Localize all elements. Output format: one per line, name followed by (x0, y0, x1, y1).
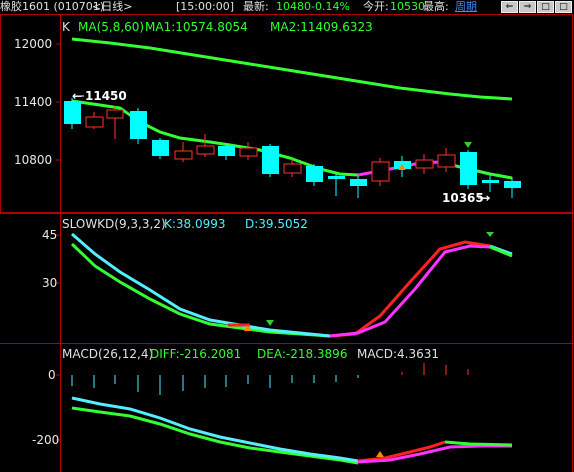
candle (482, 180, 499, 183)
candle (262, 146, 279, 174)
candle (218, 146, 235, 156)
price-tick: 10800 (14, 153, 53, 167)
candle (371, 161, 390, 182)
candle (196, 145, 215, 155)
ma2-value: MA2:11409.6323 (270, 20, 373, 34)
candle (174, 150, 193, 160)
slowkd-name: SLOWKD(9,3,3,2) (62, 217, 166, 231)
next-arrow-icon[interactable]: ⇒ (519, 1, 536, 13)
macd-histogram-up (401, 363, 469, 375)
latest-label: 最新: (243, 0, 269, 13)
candle (283, 163, 302, 174)
macd-histogram (71, 375, 359, 395)
quote-header: 橡胶1601 (010701) <日线> [15:00:00] 最新: 1048… (0, 0, 574, 14)
candle (460, 152, 477, 185)
macd-dea-value: DEA:-218.3896 (257, 347, 348, 361)
candle (306, 166, 323, 182)
sell-signal-icon (464, 142, 472, 148)
quote-time: [15:00:00] (176, 0, 234, 13)
prev-arrow-icon[interactable]: ⇐ (501, 1, 518, 13)
window-box-icon[interactable]: □ (537, 1, 554, 13)
macd-diff-tail (444, 440, 513, 447)
macd-diff-line (71, 396, 359, 463)
candle (85, 116, 104, 128)
slowkd-d-line (70, 242, 331, 338)
macd-value: MACD:4.3631 (357, 347, 440, 361)
candle (504, 181, 521, 188)
slowkd-k-value: K:38.0993 (164, 217, 226, 231)
ma-params: MA(5,8,60) (78, 20, 145, 34)
macd-tick: 0 (48, 368, 56, 382)
candles (64, 98, 521, 198)
candle (152, 140, 169, 156)
chart-canvas[interactable] (0, 14, 574, 472)
candle (415, 159, 434, 169)
ma1-value: MA1:10574.8054 (145, 20, 248, 34)
latest-value: 10480 (276, 0, 311, 13)
macd-name: MACD(26,12,4) (62, 347, 154, 361)
cycle-link[interactable]: 周期 (455, 0, 477, 13)
instrument-name: 橡胶1601 (010701) (0, 0, 105, 13)
low-price-marker: 10365 (442, 191, 484, 205)
period-label[interactable]: <日线> (92, 0, 132, 13)
low-arrow-icon: → (480, 191, 491, 205)
price-tick: 11400 (14, 95, 53, 109)
candle (130, 111, 147, 139)
slowkd-k-up (329, 240, 491, 338)
open-label: 今开: (363, 0, 389, 13)
candle (437, 154, 456, 168)
kline-k-label: K (62, 20, 70, 34)
open-value: 10530 (390, 0, 425, 13)
sell-signal-icon (266, 320, 274, 326)
ma2-line (71, 37, 513, 101)
high-label: 最高: (423, 0, 449, 13)
candle (106, 109, 124, 119)
candle (328, 176, 345, 179)
candle (64, 101, 81, 124)
change-pct: -0.14% (311, 0, 350, 13)
slowkd-d-value: D:39.5052 (245, 217, 308, 231)
slowkd-tick: 45 (42, 228, 58, 242)
sell-signal-icon (486, 232, 494, 237)
macd-diff-value: DIFF:-216.2081 (150, 347, 242, 361)
high-arrow-icon: ← (72, 89, 83, 103)
high-price-marker: 11450 (85, 89, 127, 103)
macd-tick: -200 (32, 433, 60, 447)
slowkd-d-up (329, 244, 491, 338)
axis-ticks (56, 43, 60, 441)
candle (350, 179, 367, 186)
close-box-icon[interactable]: □ (555, 1, 572, 13)
buy-signal-icon (376, 451, 384, 457)
price-tick: 12000 (14, 37, 53, 51)
candle (239, 147, 258, 157)
slowkd-tick: 30 (42, 276, 58, 290)
